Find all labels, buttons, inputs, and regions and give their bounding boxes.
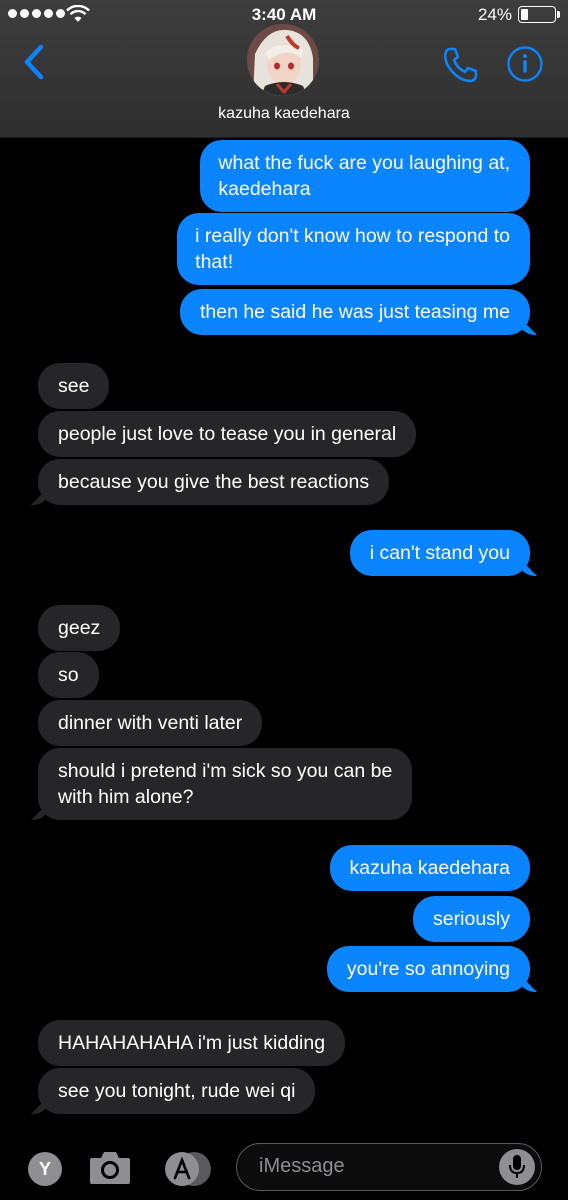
message-text-line: geez [58, 617, 101, 639]
message-text-line: see [58, 375, 90, 397]
outgoing-message-bubble[interactable]: then he said he was just teasing me [179, 289, 530, 335]
message-text-line: HAHAHAHAHA i'm just kidding [58, 1032, 326, 1054]
camera-button[interactable] [88, 1148, 132, 1188]
outgoing-message-bubble[interactable]: you're so annoying [326, 946, 530, 992]
chevron-left-icon [24, 44, 44, 80]
outgoing-message-bubble[interactable]: i can't stand you [349, 530, 530, 576]
message-text-line: kazuha kaedehara [349, 857, 510, 879]
message-text-line: what the fuck are you laughing at, [218, 152, 510, 174]
outgoing-message-bubble[interactable]: kazuha kaedehara [329, 845, 530, 891]
message-text-line: people just love to tease you in general [58, 423, 397, 445]
app-store-icon [165, 1152, 211, 1186]
battery-icon [518, 6, 560, 23]
contact-name[interactable]: kazuha kaedehara [0, 105, 568, 123]
back-button[interactable] [14, 40, 54, 84]
message-text-line: kaedehara [218, 178, 311, 200]
message-text-line: with him alone? [58, 786, 194, 808]
outgoing-message-bubble[interactable]: seriously [413, 896, 530, 942]
microphone-button[interactable] [499, 1149, 535, 1185]
incoming-message-bubble[interactable]: should i pretend i'm sick so you can be … [38, 748, 413, 820]
camera-icon [90, 1152, 130, 1184]
message-text-line: you're so annoying [346, 958, 510, 980]
incoming-message-bubble[interactable]: geez [38, 605, 121, 651]
avatar-portrait [247, 24, 319, 96]
outgoing-message-bubble[interactable]: what the fuck are you laughing at, kaede… [200, 140, 530, 212]
imessage-placeholder: iMessage [259, 1155, 345, 1177]
message-text-line: dinner with venti later [58, 712, 243, 734]
call-button[interactable] [440, 44, 482, 86]
incoming-message-bubble[interactable]: see you tonight, rude wei qi [38, 1068, 316, 1114]
message-text-line: then he said he was just teasing me [199, 301, 510, 323]
message-text-line: because you give the best reactions [58, 471, 370, 493]
conversation-header: 3:40 AM 24% kazuha kaedehara [0, 0, 568, 138]
message-text-line: i really don't know how to respond to [195, 225, 510, 247]
info-button[interactable] [506, 45, 544, 83]
imessage-input[interactable]: iMessage [236, 1143, 542, 1191]
message-text-line: i can't stand you [369, 542, 510, 564]
incoming-message-bubble[interactable]: so [38, 652, 99, 698]
battery-level-fill [521, 9, 528, 20]
phone-icon [443, 47, 478, 83]
message-text-line: so [58, 664, 79, 686]
message-text-line: that! [195, 251, 234, 273]
message-text-line: should i pretend i'm sick so you can be [58, 760, 393, 782]
message-text-line: seriously [433, 908, 510, 930]
incoming-message-bubble[interactable]: see [38, 363, 110, 409]
incoming-message-bubble[interactable]: people just love to tease you in general [38, 411, 417, 457]
app-store-button[interactable] [162, 1150, 212, 1188]
message-input-bar: Y iMessage [0, 1138, 568, 1200]
incoming-message-bubble[interactable]: dinner with venti later [38, 700, 263, 746]
app-drawer-y-button[interactable]: Y [28, 1152, 62, 1186]
incoming-message-bubble[interactable]: because you give the best reactions [38, 459, 390, 505]
message-text-line: see you tonight, rude wei qi [58, 1080, 296, 1102]
info-icon [507, 46, 543, 82]
incoming-message-bubble[interactable]: HAHAHAHAHA i'm just kidding [38, 1020, 346, 1066]
microphone-icon [509, 1155, 525, 1178]
battery-percent: 24% [477, 5, 512, 24]
outgoing-message-bubble[interactable]: i really don't know how to respond to th… [177, 213, 530, 285]
contact-avatar[interactable] [247, 24, 319, 96]
